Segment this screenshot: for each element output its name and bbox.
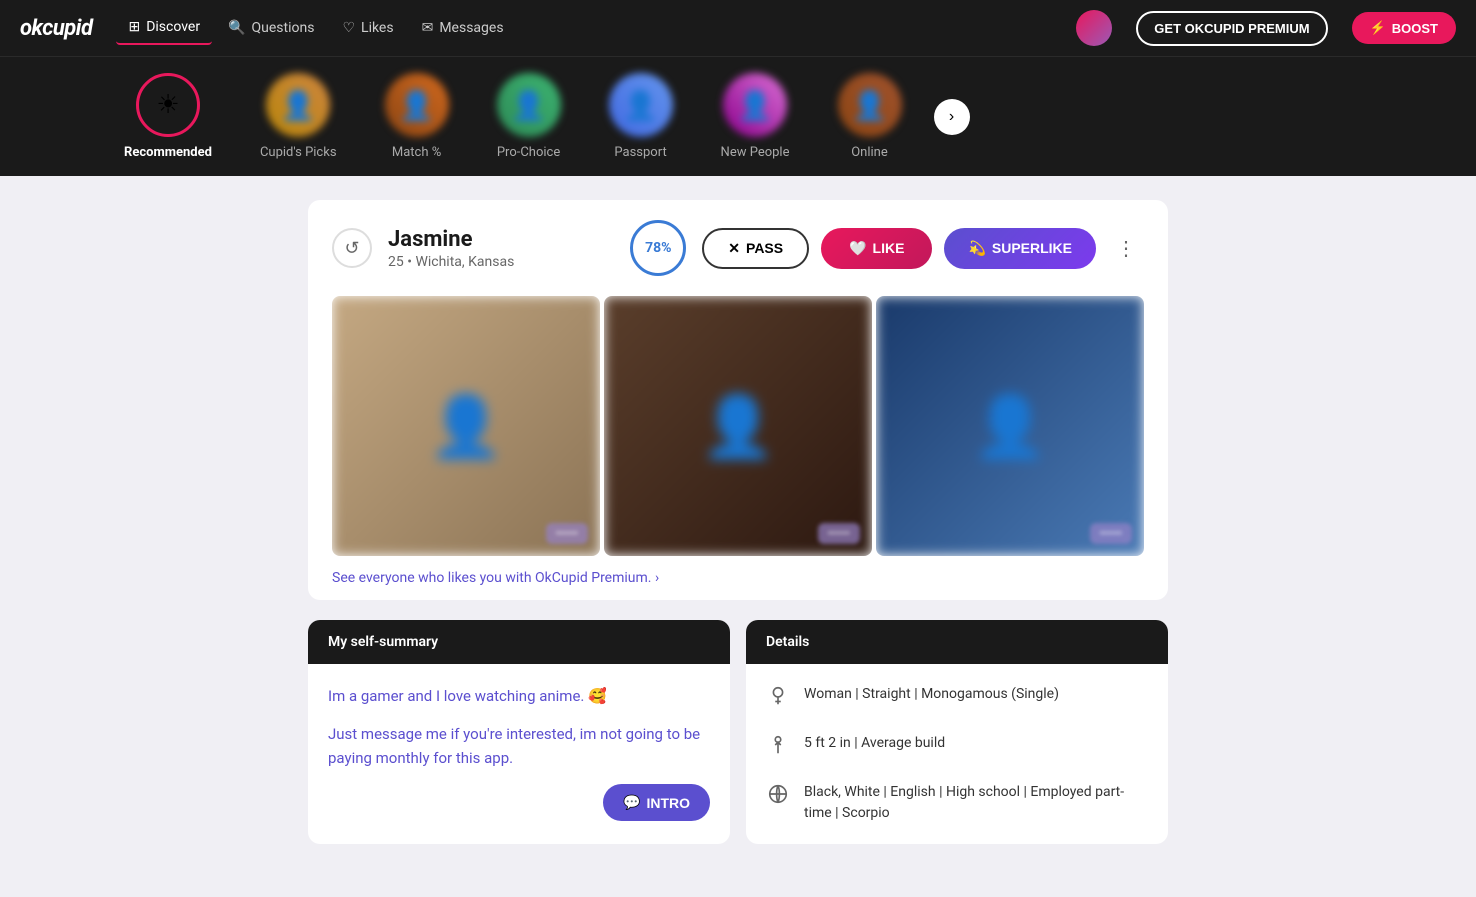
category-label-new-people: New People — [721, 145, 790, 160]
questions-icon: 🔍 — [228, 20, 245, 36]
detail-background: Black, White | English | High school | E… — [766, 782, 1148, 824]
category-label-match: Match % — [392, 145, 441, 160]
self-summary-header: My self-summary — [308, 620, 730, 664]
superlike-icon: 💫 — [968, 240, 985, 257]
category-label-cupids: Cupid's Picks — [260, 145, 337, 160]
messages-icon: ✉ — [422, 20, 434, 36]
category-thumb-cupids: 👤 — [266, 73, 330, 137]
match-percentage: 78% — [630, 220, 686, 276]
nav-messages[interactable]: ✉ Messages — [410, 12, 516, 44]
nav-likes[interactable]: ♡ Likes — [330, 12, 405, 44]
category-label-online: Online — [851, 145, 888, 160]
nav-links: ⊞ Discover 🔍 Questions ♡ Likes ✉ Message… — [116, 11, 515, 45]
category-thumb-match: 👤 — [385, 73, 449, 137]
nav-discover[interactable]: ⊞ Discover — [116, 11, 212, 45]
boost-button[interactable]: ⚡ BOOST — [1352, 12, 1456, 44]
profile-name-section: Jasmine 25 • Wichita, Kansas — [388, 227, 614, 270]
profile-age-location: 25 • Wichita, Kansas — [388, 254, 614, 270]
photos-grid: 👤 •••••• 👤 •••••• 👤 •••••• — [308, 296, 1168, 556]
nav-questions[interactable]: 🔍 Questions — [216, 12, 326, 44]
category-pro-choice[interactable]: 👤 Pro-Choice — [473, 57, 585, 176]
more-icon: ⋮ — [1116, 238, 1136, 260]
photo-overlay-2: •••••• — [818, 523, 860, 544]
photo-blur-1: 👤 — [332, 296, 600, 556]
photo-1[interactable]: 👤 •••••• — [332, 296, 600, 556]
boost-icon: ⚡ — [1370, 20, 1386, 36]
photo-3[interactable]: 👤 •••••• — [876, 296, 1144, 556]
category-label-recommended: Recommended — [124, 145, 212, 160]
details-body: Woman | Straight | Monogamous (Single) 5… — [746, 664, 1168, 844]
category-recommended[interactable]: ☀ Recommended — [100, 57, 236, 176]
premium-button[interactable]: GET OKCUPID PREMIUM — [1136, 11, 1327, 46]
category-match[interactable]: 👤 Match % — [361, 57, 473, 176]
app-logo: okcupid — [20, 16, 92, 41]
self-summary-body: Im a gamer and I love watching anime. 🥰 … — [308, 664, 730, 804]
details-list: Woman | Straight | Monogamous (Single) 5… — [766, 684, 1148, 824]
category-thumb-pro-choice: 👤 — [497, 73, 561, 137]
category-label-pro-choice: Pro-Choice — [497, 145, 560, 160]
intro-button[interactable]: 💬 INTRO — [603, 784, 710, 821]
height-icon — [766, 734, 790, 764]
pass-icon: ✕ — [728, 240, 740, 257]
photo-2[interactable]: 👤 •••••• — [604, 296, 872, 556]
sections-row: My self-summary Im a gamer and I love wa… — [308, 620, 1168, 844]
action-buttons: ✕ PASS 🤍 LIKE 💫 SUPERLIKE ⋮ — [702, 228, 1144, 269]
likes-icon: ♡ — [342, 20, 355, 36]
category-cupids-picks[interactable]: 👤 Cupid's Picks — [236, 57, 361, 176]
profile-name: Jasmine — [388, 227, 614, 252]
details-header: Details — [746, 620, 1168, 664]
category-thumb-recommended: ☀ — [136, 73, 200, 137]
detail-gender: Woman | Straight | Monogamous (Single) — [766, 684, 1148, 715]
pass-button[interactable]: ✕ PASS — [702, 228, 809, 269]
photo-blur-3: 👤 — [876, 296, 1144, 556]
category-online[interactable]: 👤 Online — [814, 57, 926, 176]
profile-card: ↺ Jasmine 25 • Wichita, Kansas 78% ✕ PAS… — [308, 200, 1168, 600]
globe-icon — [766, 783, 790, 813]
photo-blur-2: 👤 — [604, 296, 872, 556]
category-thumb-passport: 👤 — [609, 73, 673, 137]
photo-overlay-3: •••••• — [1090, 523, 1132, 544]
summary-text: Im a gamer and I love watching anime. 🥰 … — [328, 684, 710, 770]
category-passport[interactable]: 👤 Passport — [585, 57, 697, 176]
detail-height: 5 ft 2 in | Average build — [766, 733, 1148, 764]
profile-header: ↺ Jasmine 25 • Wichita, Kansas 78% ✕ PAS… — [308, 200, 1168, 296]
main-content: ↺ Jasmine 25 • Wichita, Kansas 78% ✕ PAS… — [288, 176, 1188, 868]
undo-icon: ↺ — [344, 238, 359, 259]
category-label-passport: Passport — [614, 145, 666, 160]
intro-icon: 💬 — [623, 794, 640, 811]
navbar: okcupid ⊞ Discover 🔍 Questions ♡ Likes ✉… — [0, 0, 1476, 56]
superlike-button[interactable]: 💫 SUPERLIKE — [944, 228, 1096, 269]
gender-icon — [766, 685, 790, 715]
discover-icon: ⊞ — [128, 19, 140, 35]
self-summary-card: My self-summary Im a gamer and I love wa… — [308, 620, 730, 844]
premium-link-bar[interactable]: See everyone who likes you with OkCupid … — [308, 556, 1168, 600]
category-thumb-online: 👤 — [838, 73, 902, 137]
category-thumb-new-people: 👤 — [723, 73, 787, 137]
more-options-button[interactable]: ⋮ — [1108, 232, 1144, 265]
details-card: Details Woman | Straight | Monogamous (S… — [746, 620, 1168, 844]
user-avatar[interactable] — [1076, 10, 1112, 46]
category-bar: ☀ Recommended 👤 Cupid's Picks 👤 Match % … — [0, 56, 1476, 176]
undo-button[interactable]: ↺ — [332, 228, 372, 268]
like-button[interactable]: 🤍 LIKE — [821, 228, 932, 269]
like-icon: 🤍 — [849, 240, 866, 257]
category-new-people[interactable]: 👤 New People — [697, 57, 814, 176]
category-next-button[interactable]: › — [934, 99, 970, 135]
photo-overlay-1: •••••• — [546, 523, 588, 544]
